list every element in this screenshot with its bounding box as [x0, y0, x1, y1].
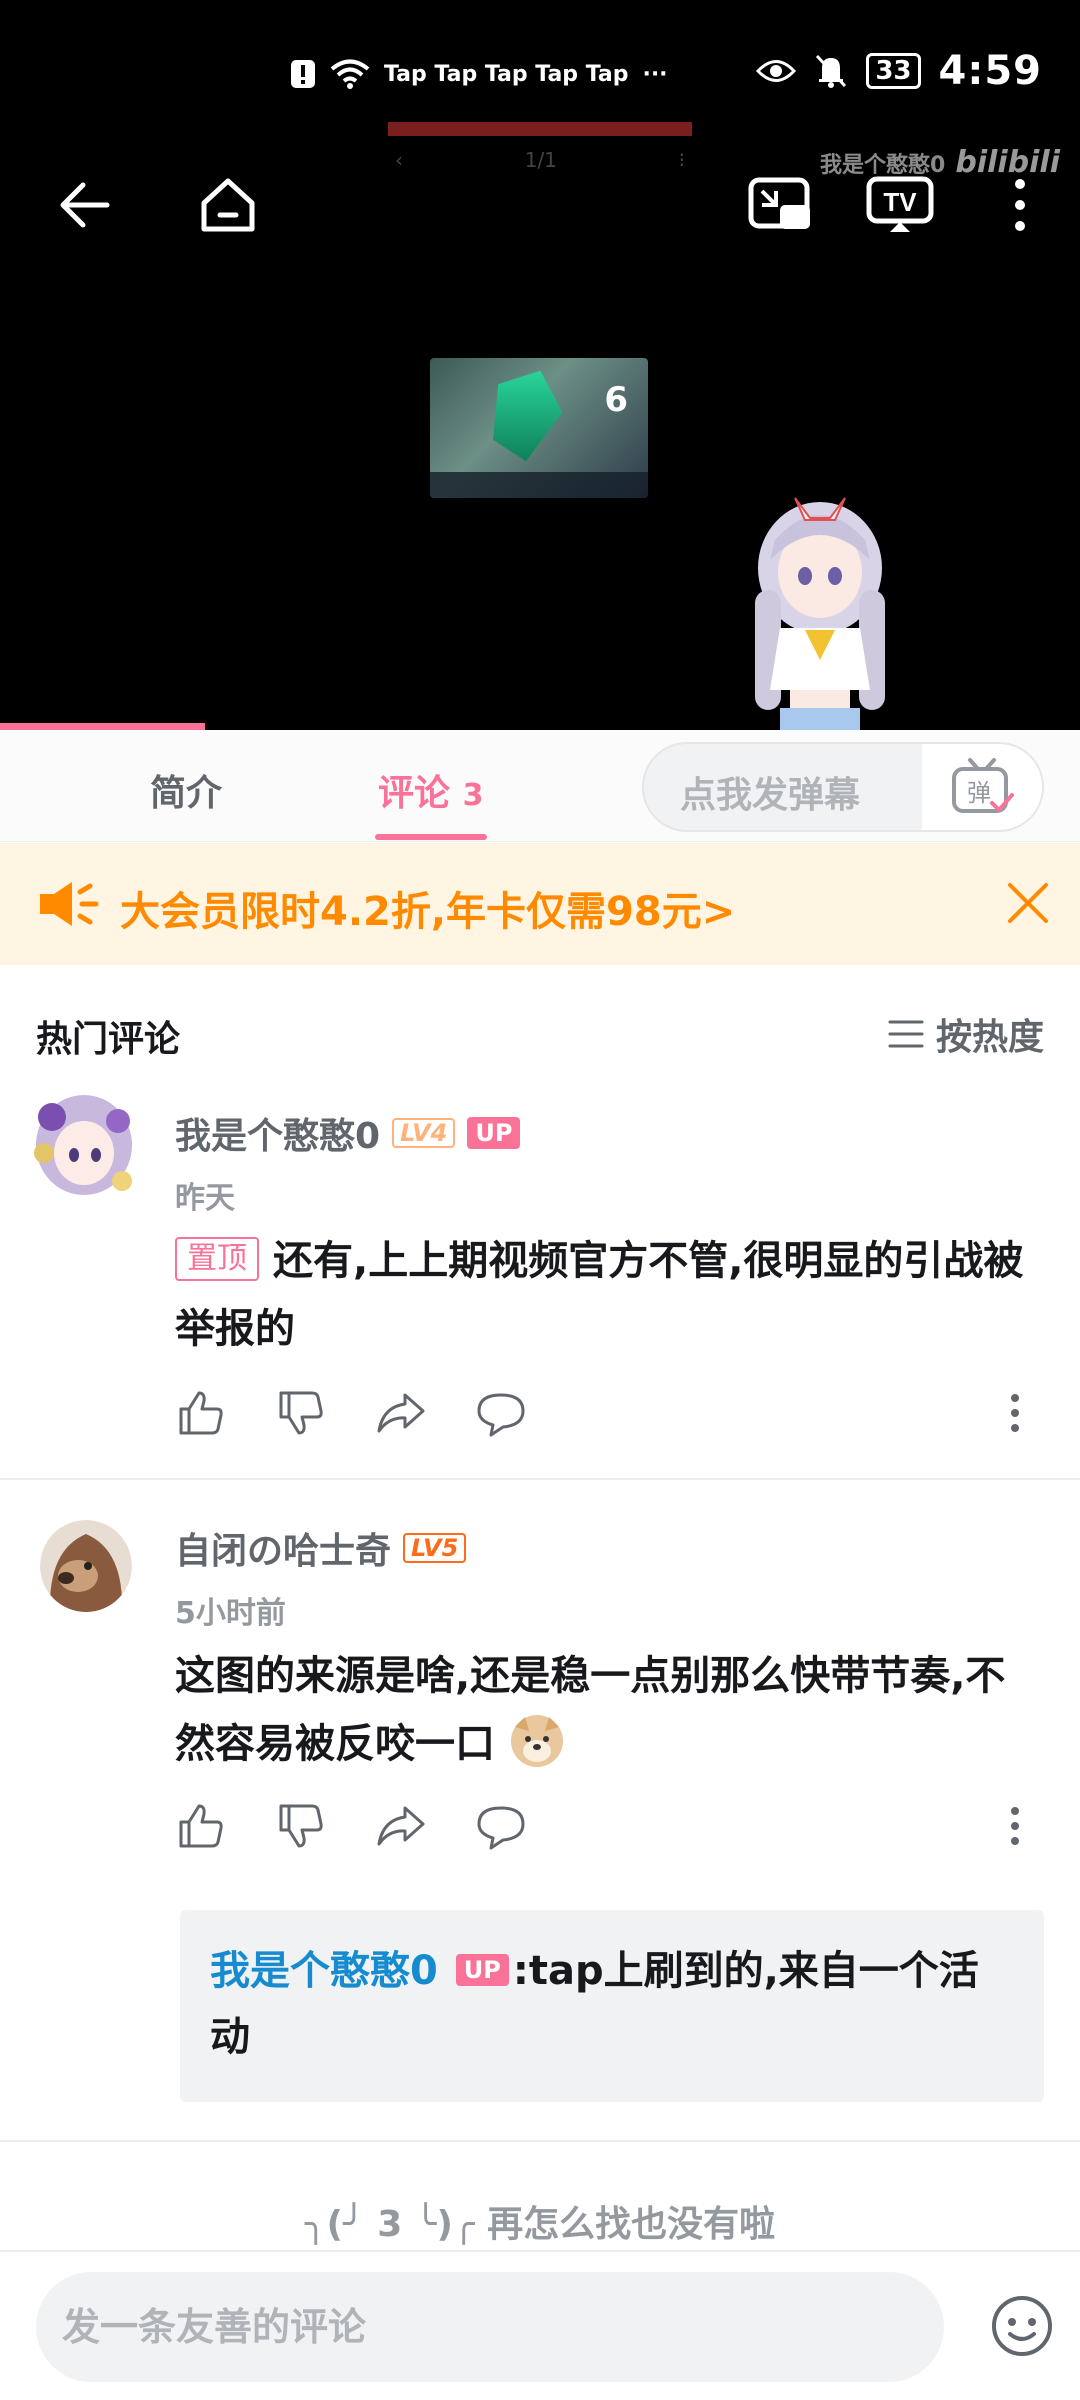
comment-time: 5小时前 — [175, 1596, 286, 1631]
section-title: 热门评论 — [36, 1019, 181, 1060]
cast-tv-button[interactable]: TV — [860, 165, 940, 245]
dislike-icon[interactable] — [275, 1387, 327, 1439]
up-badge: UP — [455, 1954, 509, 1986]
eye-icon — [756, 60, 797, 82]
notification-text: Tap Tap Tap Tap Tap — [384, 61, 629, 87]
back-arrow-icon — [60, 182, 110, 228]
end-kaomoji-right: ╰)╭ — [414, 2204, 475, 2245]
tab-comments-count: 3 — [462, 778, 484, 813]
comment-text: 这图的来源是啥,还是稳一点别那么快带节奏,不然容易被反咬一口 — [175, 1653, 1006, 1767]
reply-icon[interactable] — [475, 1387, 527, 1439]
comment-text-block: 置顶 还有,上上期视频官方不管,很明显的引战被举报的 — [175, 1227, 1035, 1363]
video-progress-bar[interactable] — [0, 723, 205, 730]
comment-item: 自闭の哈士奇 LV5 5小时前 这图的来源是啥,还是稳一点别那么快带节奏,不然容… — [0, 1500, 1080, 2140]
thumb-bar — [430, 472, 648, 498]
doge-emoji-icon — [510, 1715, 563, 1767]
picture-in-picture-icon — [748, 177, 810, 229]
wifi-icon — [330, 59, 370, 89]
comment-username[interactable]: 我是个憨憨0 — [175, 1107, 380, 1159]
vertical-dots-icon — [1015, 179, 1025, 231]
reply-username[interactable]: 我是个憨憨0 — [210, 1948, 438, 1994]
thumb-number: 6 — [604, 380, 628, 420]
comments-header: 热门评论 按热度 — [0, 1000, 1080, 1070]
app-root: Tap Tap Tap Tap Tap ··· 33 4:59 ‹ 1/1 ⁝ … — [0, 0, 1080, 2400]
level-badge: LV5 — [403, 1533, 467, 1563]
danmaku-glyph: 弹 — [967, 779, 991, 807]
level-badge: LV4 — [392, 1118, 456, 1148]
pinned-tag: 置顶 — [175, 1237, 259, 1281]
clock: 4:59 — [938, 48, 1042, 94]
end-text: 再怎么找也没有啦 — [487, 2204, 776, 2245]
notification-more: ··· — [642, 61, 668, 87]
list-icon — [888, 1020, 924, 1048]
comment-divider — [0, 2140, 1080, 2142]
tab-comments[interactable]: 评论 3 — [378, 764, 483, 816]
like-icon[interactable] — [175, 1387, 227, 1439]
battery-indicator: 33 — [866, 53, 921, 89]
comment-username[interactable]: 自闭の哈士奇 — [175, 1522, 391, 1574]
status-left: Tap Tap Tap Tap Tap ··· — [290, 58, 668, 90]
comment-compose-bar: 发一条友善的评论 — [0, 2250, 1080, 2400]
status-right: 33 4:59 — [756, 48, 1042, 94]
back-button[interactable] — [44, 165, 124, 245]
comment-actions — [175, 1387, 1035, 1447]
reply-text-block: 我是个憨憨0 UP:tap上刷到的,来自一个活动 — [210, 1938, 1010, 2070]
comment-more-button[interactable] — [995, 1387, 1035, 1439]
tab-bar: 简介 评论 3 点我发弹幕 弹 — [0, 730, 1080, 842]
mute-bell-icon — [816, 54, 847, 88]
tab-intro[interactable]: 简介 — [150, 764, 222, 816]
status-bar: Tap Tap Tap Tap Tap ··· 33 4:59 — [0, 40, 1080, 120]
comment-time: 昨天 — [175, 1181, 235, 1216]
end-of-list-note: ╮(╯ 3 ╰)╭ 再怎么找也没有啦 — [0, 2195, 1080, 2247]
vtuber-avatar — [755, 497, 885, 730]
comment-more-button[interactable] — [995, 1800, 1035, 1852]
comment-username-row: 自闭の哈士奇 LV5 — [175, 1522, 467, 1574]
alert-icon — [291, 60, 315, 88]
danmaku-icon: 弹 — [952, 758, 1014, 813]
vertical-dots-icon — [1011, 1807, 1019, 1845]
home-icon — [201, 178, 255, 232]
sort-label: 按热度 — [935, 1017, 1044, 1058]
comment-text-block: 这图的来源是啥,还是稳一点别那么快带节奏,不然容易被反咬一口 — [175, 1642, 1035, 1778]
end-count: 3 — [377, 2204, 403, 2245]
comment-input[interactable]: 发一条友善的评论 — [36, 2272, 944, 2382]
more-options-button[interactable] — [980, 165, 1060, 245]
up-badge: UP — [467, 1117, 521, 1149]
home-button[interactable] — [188, 165, 268, 245]
comment-text: 还有,上上期视频官方不管,很明显的引战被举报的 — [175, 1238, 1024, 1352]
share-icon[interactable] — [375, 1387, 427, 1439]
like-icon[interactable] — [175, 1800, 227, 1852]
share-icon[interactable] — [375, 1800, 427, 1852]
reply-icon[interactable] — [475, 1800, 527, 1852]
video-player[interactable]: Tap Tap Tap Tap Tap ··· 33 4:59 ‹ 1/1 ⁝ … — [0, 0, 1080, 730]
avatar[interactable] — [40, 1520, 132, 1612]
avatar[interactable] — [22, 1087, 146, 1211]
end-kaomoji-left: ╮(╯ — [304, 2204, 365, 2245]
vertical-dots-icon — [1011, 1394, 1019, 1432]
overlay-bar — [388, 122, 692, 136]
sort-button[interactable]: 按热度 — [888, 1008, 1044, 1060]
tab-comments-label: 评论 — [378, 773, 451, 814]
svg-text:TV: TV — [883, 187, 917, 217]
video-frame-thumbnail: 6 — [430, 358, 648, 498]
comment-item: 我是个憨憨0 LV4 UP 昨天 置顶 还有,上上期视频官方不管,很明显的引战被举… — [0, 1085, 1080, 1480]
close-icon[interactable] — [1002, 877, 1054, 929]
danmaku-input-box[interactable]: 点我发弹幕 弹 — [642, 742, 1044, 832]
promo-text[interactable]: 大会员限时4.2折,年卡仅需98元> — [120, 879, 735, 937]
reply-preview[interactable]: 我是个憨憨0 UP:tap上刷到的,来自一个活动 — [180, 1910, 1044, 2102]
speaker-icon — [40, 882, 99, 926]
danmaku-toggle-button[interactable]: 弹 — [922, 744, 1042, 830]
comment-actions — [175, 1800, 1035, 1860]
dislike-icon[interactable] — [275, 1800, 327, 1852]
gem-graphic — [477, 359, 574, 468]
emoji-icon[interactable] — [990, 2294, 1054, 2358]
danmaku-placeholder[interactable]: 点我发弹幕 — [680, 766, 860, 818]
tab-underline — [375, 834, 487, 840]
tv-cast-icon: TV — [866, 176, 934, 232]
vip-promo-banner[interactable]: 大会员限时4.2折,年卡仅需98元> — [0, 843, 1080, 965]
comment-divider — [0, 1478, 1080, 1480]
comment-username-row: 我是个憨憨0 LV4 UP — [175, 1107, 521, 1159]
player-top-controls: TV — [0, 165, 1080, 255]
mini-window-button[interactable] — [740, 165, 820, 245]
